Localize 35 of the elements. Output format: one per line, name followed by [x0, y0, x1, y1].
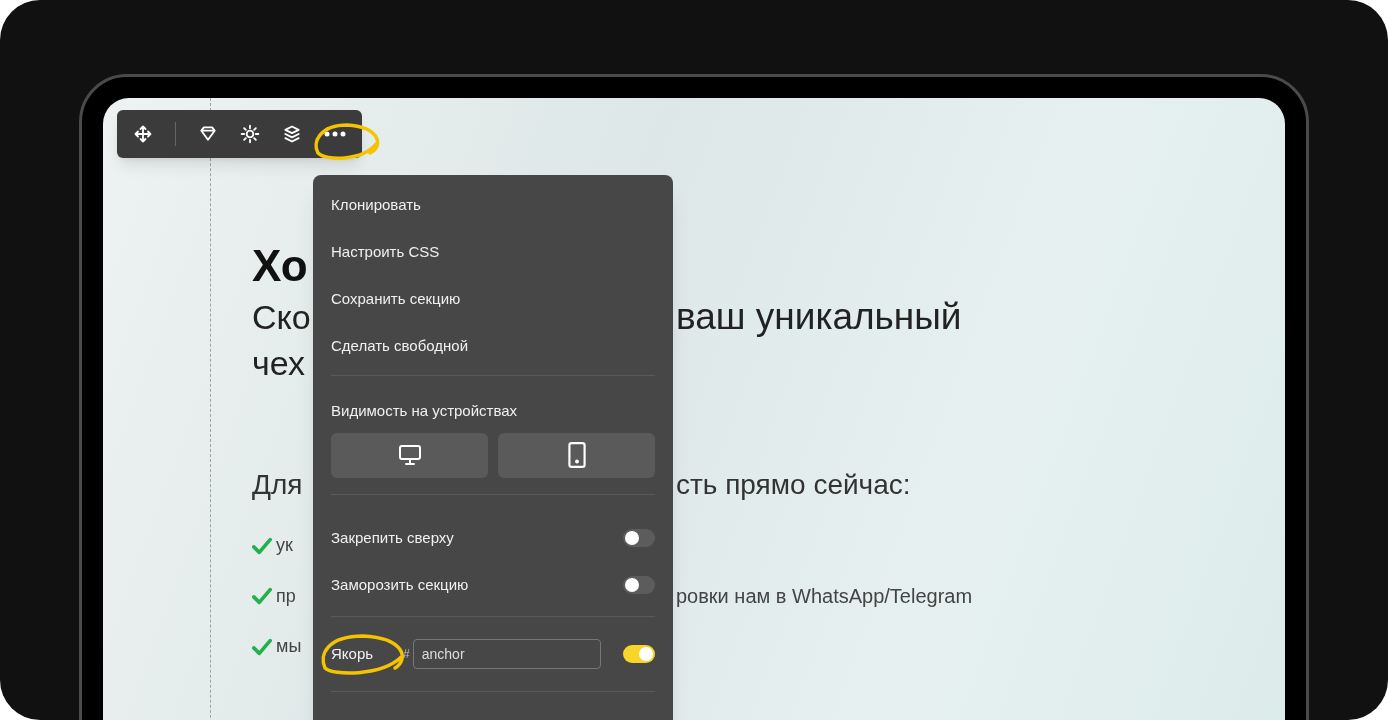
checkmark-icon: [252, 636, 272, 657]
phone-icon: [565, 442, 588, 468]
monitor-icon: [396, 443, 423, 467]
layers-icon[interactable]: [282, 124, 302, 144]
anchor-label: Якорь: [331, 644, 374, 662]
toggle-switch[interactable]: [623, 529, 655, 547]
subheading-text: Ско: [252, 297, 311, 336]
visibility-label: Видимость на устройствах: [331, 401, 519, 421]
bullet-text: пр: [276, 584, 296, 608]
page-heading: Хо: [252, 240, 308, 292]
checkmark-icon: [252, 535, 272, 556]
move-icon[interactable]: [133, 124, 153, 144]
menu-item[interactable]: Сохранить секцию: [331, 287, 655, 334]
subheading-text: ваш уникальный: [676, 295, 962, 340]
toggle-switch[interactable]: [623, 644, 655, 663]
bullet-text: мы: [276, 635, 302, 658]
checkmark-icon: [252, 586, 272, 606]
menu-item[interactable]: Настроить CSS: [331, 240, 655, 287]
toggle-label: Заморозить секцию: [331, 574, 469, 595]
more-icon[interactable]: [324, 131, 346, 137]
menu-item[interactable]: Клонировать: [331, 193, 655, 240]
hash-sign: #: [403, 645, 410, 663]
toggle-label: Закрепить сверху: [331, 527, 454, 548]
bullet-text: ровки нам в WhatsApp/Telegram: [676, 584, 973, 609]
subheading-text: чех: [252, 343, 305, 382]
intro-text: сть прямо сейчас:: [676, 468, 911, 502]
gem-icon[interactable]: [198, 124, 218, 144]
desktop-visibility-button[interactable]: [331, 432, 488, 478]
bullet-text: ук: [276, 534, 293, 557]
toggle-switch[interactable]: [623, 576, 655, 594]
mobile-visibility-button[interactable]: [498, 432, 655, 478]
anchor-input[interactable]: anchor: [412, 638, 601, 669]
settings-icon[interactable]: [240, 124, 260, 144]
intro-text: Для: [252, 469, 303, 500]
menu-item[interactable]: Сделать свободной: [331, 334, 655, 381]
